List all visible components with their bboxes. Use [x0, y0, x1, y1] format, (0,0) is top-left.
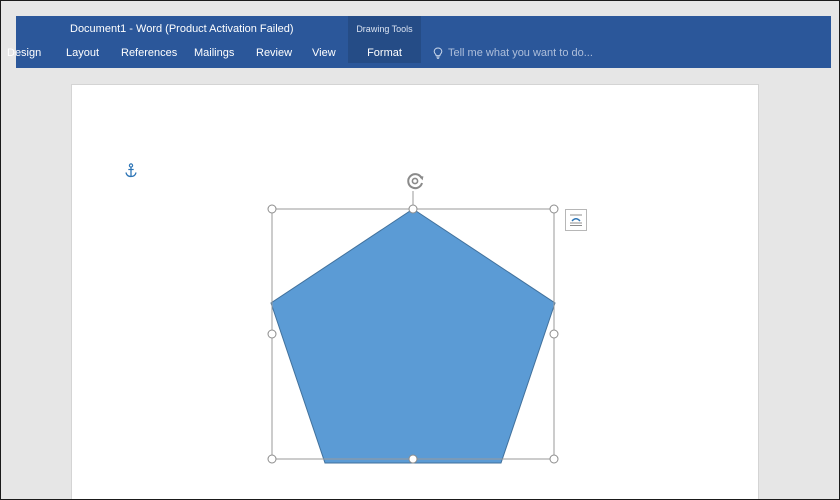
lightbulb-icon — [433, 47, 443, 59]
tab-layout[interactable]: Layout — [66, 46, 99, 60]
tab-mailings[interactable]: Mailings — [194, 46, 234, 60]
resize-handle-top-left[interactable] — [267, 204, 277, 214]
resize-handle-bottom-right[interactable] — [549, 454, 559, 464]
tab-design[interactable]: Design — [7, 46, 41, 60]
tell-me-placeholder: Tell me what you want to do... — [448, 47, 593, 59]
shape-canvas — [267, 191, 559, 464]
tab-references[interactable]: References — [121, 46, 177, 60]
tab-format[interactable]: Format — [348, 16, 421, 63]
resize-handle-bottom-left[interactable] — [267, 454, 277, 464]
tab-review[interactable]: Review — [256, 46, 292, 60]
resize-handle-left[interactable] — [267, 329, 277, 339]
window-title: Document1 - Word (Product Activation Fai… — [70, 23, 294, 35]
tab-view[interactable]: View — [312, 46, 336, 60]
resize-handle-bottom[interactable] — [408, 454, 418, 464]
layout-options-icon — [570, 214, 582, 226]
app-window: Document1 - Word (Product Activation Fai… — [0, 0, 840, 500]
layout-options-button[interactable] — [565, 209, 587, 231]
resize-handle-top-right[interactable] — [549, 204, 559, 214]
pentagon-shape[interactable] — [270, 208, 556, 464]
ribbon-header: Document1 - Word (Product Activation Fai… — [7, 16, 831, 68]
anchor-icon — [125, 163, 137, 178]
resize-handle-right[interactable] — [549, 329, 559, 339]
tab-format-label: Format — [367, 47, 402, 59]
resize-handle-top[interactable] — [408, 204, 418, 214]
rotate-icon[interactable] — [404, 170, 426, 192]
